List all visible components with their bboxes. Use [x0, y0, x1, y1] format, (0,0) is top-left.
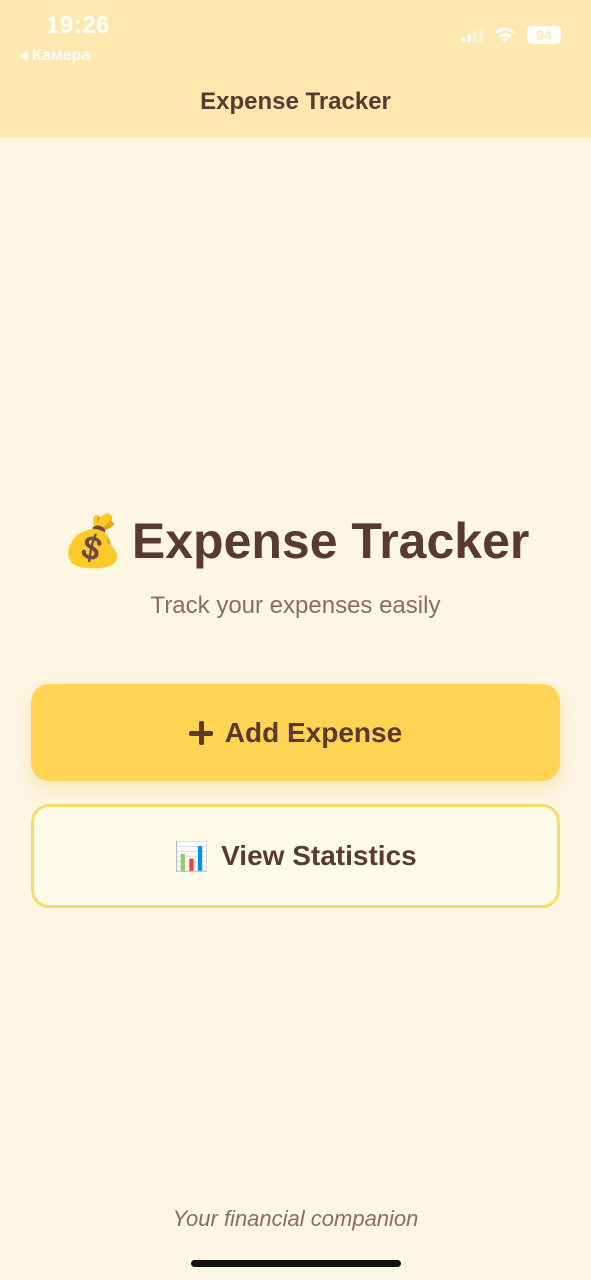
- back-arrow-icon: [20, 51, 28, 61]
- page-title: 💰 Expense Tracker: [0, 512, 591, 571]
- status-time: 19:26: [46, 12, 110, 39]
- app-screen: 19:26 Камера 94 Expense Tracker 💰 Expense…: [0, 0, 591, 1280]
- footer-tagline: Your financial companion: [172, 1206, 419, 1231]
- page-subtitle: Track your expenses easily: [150, 592, 441, 619]
- back-to-camera-link[interactable]: Камера: [20, 47, 90, 65]
- page-title-text: Expense Tracker: [131, 513, 530, 569]
- home-indicator[interactable]: [191, 1260, 401, 1267]
- view-statistics-label: View Statistics: [221, 840, 417, 871]
- bar-chart-icon: 📊: [174, 840, 210, 872]
- app-header: 19:26 Камера 94 Expense Tracker: [0, 0, 591, 138]
- view-statistics-button[interactable]: 📊 View Statistics: [31, 804, 560, 908]
- battery-icon: 94: [527, 26, 561, 44]
- cellular-signal-icon: [461, 28, 483, 42]
- add-expense-label: Add Expense: [224, 716, 403, 748]
- plus-icon: [188, 720, 213, 745]
- money-bag-icon: 💰: [61, 513, 124, 569]
- status-icons: 94: [461, 26, 561, 44]
- back-label: Камера: [32, 47, 91, 64]
- nav-title: Expense Tracker: [200, 88, 391, 115]
- add-expense-button[interactable]: Add Expense: [31, 684, 560, 781]
- wifi-icon: [494, 27, 516, 43]
